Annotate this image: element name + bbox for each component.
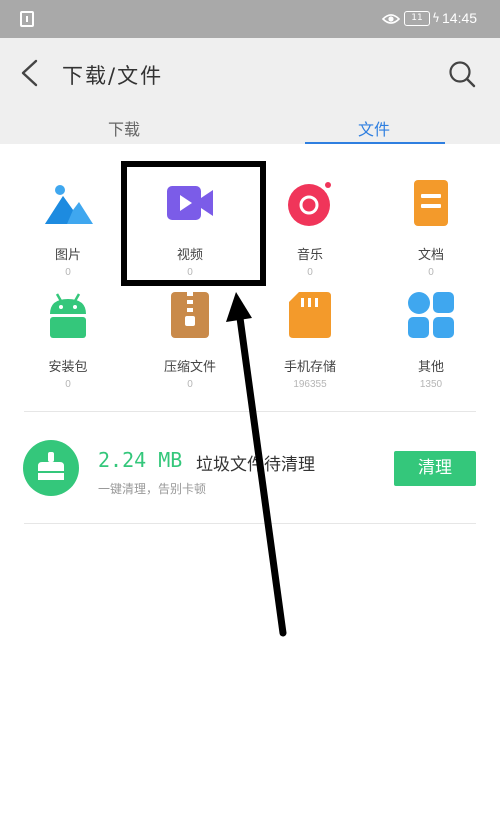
category-count: 0	[307, 267, 313, 278]
category-count: 0	[65, 379, 71, 390]
header: 下载/文件 下载 文件	[0, 38, 500, 144]
highlight-box	[121, 161, 266, 286]
image-icon	[45, 185, 93, 224]
category-label: 手机存储	[283, 360, 336, 375]
search-icon[interactable]	[448, 60, 476, 88]
tab-files[interactable]: 文件	[274, 116, 474, 140]
category-apk[interactable]: 安装包 0	[8, 290, 128, 390]
back-icon[interactable]	[18, 58, 42, 88]
document-icon	[414, 180, 448, 226]
broom-icon	[23, 440, 79, 496]
music-icon	[288, 182, 331, 226]
status-bar: 11 ϟ 14:45	[0, 0, 500, 38]
category-count: 196355	[293, 379, 327, 390]
junk-size: 2.24 MB	[98, 448, 183, 472]
junk-cleanup-card[interactable]: 2.24 MB 垃圾文件待清理 一键清理，告别卡顿 清理	[0, 440, 500, 500]
category-count: 0	[65, 267, 71, 278]
category-phone-storage[interactable]: 手机存储 196355	[250, 290, 370, 390]
zip-icon	[171, 292, 209, 338]
junk-subtitle: 一键清理，告别卡顿	[98, 482, 207, 496]
category-images[interactable]: 图片 0	[8, 178, 128, 278]
clean-button[interactable]: 清理	[394, 451, 476, 486]
eye-comfort-icon	[382, 14, 400, 24]
other-icon	[408, 292, 454, 338]
junk-title: 垃圾文件待清理	[196, 455, 315, 475]
category-label: 音乐	[296, 248, 323, 263]
category-label: 安装包	[48, 360, 88, 375]
category-music[interactable]: 音乐 0	[250, 178, 370, 278]
sd-card-icon	[289, 292, 331, 338]
page-title: 下载/文件	[62, 64, 164, 88]
charging-icon: ϟ	[432, 11, 440, 25]
status-time: 14:45	[442, 10, 478, 26]
android-icon	[50, 293, 86, 338]
category-archives[interactable]: 压缩文件 0	[130, 290, 250, 390]
category-count: 0	[187, 379, 193, 390]
category-documents[interactable]: 文档 0	[371, 178, 491, 278]
battery-icon: 11	[404, 11, 430, 26]
category-label: 压缩文件	[163, 360, 216, 375]
active-tab-indicator	[305, 142, 445, 144]
category-other[interactable]: 其他 1350	[371, 290, 491, 390]
notification-icon	[20, 11, 34, 27]
divider	[24, 523, 476, 524]
category-count: 0	[428, 267, 434, 278]
tab-download[interactable]: 下载	[24, 116, 224, 140]
category-label: 文档	[417, 248, 444, 263]
category-label: 图片	[54, 248, 81, 263]
category-count: 1350	[419, 379, 443, 390]
divider	[24, 411, 476, 412]
category-label: 其他	[417, 360, 444, 375]
